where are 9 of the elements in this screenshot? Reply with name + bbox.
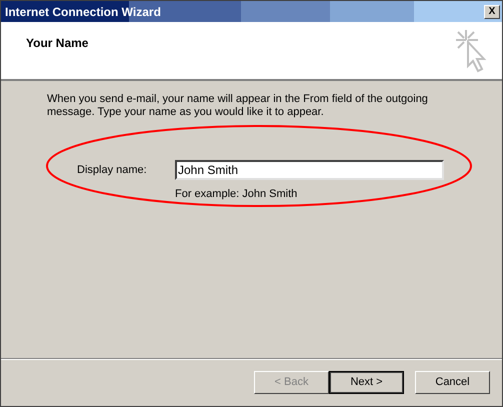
close-button[interactable]: X xyxy=(484,4,500,18)
intro-text: When you send e-mail, your name will appear in the From field of the outgoing message. Type your name as you would like it to appear. xyxy=(47,93,429,119)
example-hint: For example: John Smith xyxy=(175,187,298,202)
wizard-button[interactable]: Cancel xyxy=(415,371,490,394)
page-title: Your Name xyxy=(26,35,88,52)
wizard-button[interactable]: Next > xyxy=(329,371,404,394)
display-name-label: Display name: xyxy=(77,162,148,178)
display-name-field[interactable]: John Smith xyxy=(175,160,444,180)
window-title: Internet Connection Wizard xyxy=(5,4,161,20)
